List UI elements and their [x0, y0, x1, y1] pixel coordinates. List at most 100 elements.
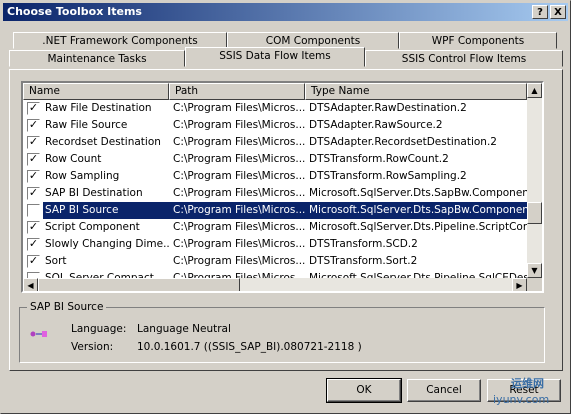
- scroll-right-icon[interactable]: ▶: [512, 278, 527, 291]
- title-bar: Choose Toolbox Items ? X: [3, 3, 568, 21]
- row-type-name: DTSTransform.RowSampling.2: [309, 170, 467, 182]
- row-path: C:\Program Files\Micros...: [173, 170, 305, 182]
- table-row[interactable]: ✓ Slowly Changing Dime... C:\Program Files…: [23, 236, 527, 253]
- row-checkbox-cell: ✓: [23, 253, 43, 270]
- row-checkbox[interactable]: ✓: [27, 187, 40, 200]
- row-checkbox[interactable]: ✓: [27, 204, 40, 217]
- row-type-name: DTSAdapter.RecordsetDestination.2: [309, 136, 497, 148]
- cancel-button[interactable]: Cancel: [407, 379, 481, 402]
- row-type-name: Microsoft.SqlServer.Dts.Pipeline.SqlCEDe…: [309, 272, 527, 278]
- row-checkbox-cell: ✓: [23, 202, 43, 219]
- language-value: Language Neutral: [137, 323, 231, 335]
- row-checkbox-cell: ✓: [23, 100, 43, 117]
- vertical-scrollbar[interactable]: ▲ ▼: [527, 83, 542, 278]
- row-checkbox-cell: ✓: [23, 151, 43, 168]
- row-checkbox[interactable]: ✓: [27, 153, 40, 166]
- table-row[interactable]: ✓ Script Component C:\Program Files\Micros…: [23, 219, 527, 236]
- row-name: Slowly Changing Dime...: [45, 238, 169, 250]
- column-header-name[interactable]: Name: [23, 83, 169, 100]
- row-name: Sort: [45, 255, 67, 267]
- watermark-line2: iyunv.com: [493, 393, 550, 406]
- help-button[interactable]: ?: [532, 5, 548, 19]
- row-checkbox[interactable]: ✓: [27, 102, 40, 115]
- row-checkbox-cell: ✓: [23, 219, 43, 236]
- row-name: Script Component: [45, 221, 140, 233]
- row-path: C:\Program Files\Micros...: [173, 238, 305, 250]
- row-type-name: Microsoft.SqlServer.Dts.Pipeline.ScriptC…: [309, 221, 527, 233]
- column-header-path[interactable]: Path: [169, 83, 305, 100]
- details-groupbox: [19, 307, 545, 363]
- ok-button[interactable]: OK: [326, 378, 402, 403]
- row-type-name: Microsoft.SqlServer.Dts.SapBw.Components…: [309, 187, 527, 199]
- row-checkbox-cell: ✓: [23, 236, 43, 253]
- row-checkbox-cell: ✓: [23, 168, 43, 185]
- row-checkbox[interactable]: ✓: [27, 238, 40, 251]
- table-row[interactable]: ✓ SAP BI Destination C:\Program Files\Micr…: [23, 185, 527, 202]
- row-checkbox-cell: [23, 270, 43, 278]
- column-header-type-name[interactable]: Type Name: [305, 83, 527, 100]
- table-row[interactable]: ✓ Row Count C:\Program Files\Micros... DTST…: [23, 151, 527, 168]
- row-path: C:\Program Files\Micros...: [173, 221, 305, 233]
- tab-wpf-components[interactable]: WPF Components: [399, 32, 557, 49]
- horizontal-scroll-thumb[interactable]: [38, 278, 240, 291]
- row-type-name: DTSAdapter.RawDestination.2: [309, 102, 467, 114]
- row-checkbox-cell: ✓: [23, 134, 43, 151]
- row-checkbox[interactable]: ✓: [27, 170, 40, 183]
- row-path: C:\Program Files\Micros...: [173, 187, 305, 199]
- row-name: Raw File Destination: [45, 102, 152, 114]
- row-type-name: Microsoft.SqlServer.Dts.SapBw.Components…: [305, 202, 527, 219]
- toolbox-items-list[interactable]: Name Path Type Name ✓ Raw File Destinatio…: [21, 81, 544, 293]
- window-title: Choose Toolbox Items: [7, 5, 142, 18]
- scrollbar-corner: [527, 278, 542, 291]
- close-button[interactable]: X: [550, 5, 566, 19]
- list-header: Name Path Type Name: [23, 83, 527, 100]
- row-name: Row Count: [45, 153, 102, 165]
- details-group-title: SAP BI Source: [27, 301, 107, 313]
- row-checkbox[interactable]: ✓: [27, 255, 40, 268]
- table-row[interactable]: ✓ SAP BI Source C:\Program Files\Micros...…: [23, 202, 527, 219]
- dialog-window: Choose Toolbox Items ? X .NET Framework …: [0, 0, 571, 414]
- row-type-name: DTSTransform.RowCount.2: [309, 153, 449, 165]
- row-name: Raw File Source: [45, 119, 128, 131]
- row-path: C:\Program Files\Micros...: [173, 136, 305, 148]
- row-checkbox-cell: ✓: [23, 185, 43, 202]
- row-checkbox-cell: ✓: [23, 117, 43, 134]
- row-path: C:\Program Files\Micros...: [173, 119, 305, 131]
- row-checkbox[interactable]: ✓: [27, 119, 40, 132]
- version-label: Version:: [71, 341, 114, 353]
- language-label: Language:: [71, 323, 127, 335]
- row-name: SQL Server Compact: [45, 272, 154, 278]
- table-row[interactable]: ✓ Sort C:\Program Files\Micros... DTSTransf…: [23, 253, 527, 270]
- component-icon: [29, 325, 49, 342]
- table-row[interactable]: ✓ Recordset Destination C:\Program Files\M…: [23, 134, 527, 151]
- horizontal-scrollbar[interactable]: ◀ ▶: [23, 278, 527, 291]
- row-name: Row Sampling: [45, 170, 120, 182]
- row-path: C:\Program Files\Micros...: [173, 102, 305, 114]
- vertical-scroll-thumb[interactable]: [527, 202, 542, 224]
- table-row[interactable]: ✓ Raw File Source C:\Program Files\Micros.…: [23, 117, 527, 134]
- row-type-name: DTSTransform.Sort.2: [309, 255, 418, 267]
- tab-ssis-control-flow-items[interactable]: SSIS Control Flow Items: [365, 50, 563, 67]
- scroll-left-icon[interactable]: ◀: [23, 278, 38, 291]
- tab-maintenance-tasks[interactable]: Maintenance Tasks: [9, 50, 185, 67]
- table-row[interactable]: SQL Server Compact C:\Program Files\Micro…: [23, 270, 527, 278]
- row-type-name: DTSAdapter.RawSource.2: [309, 119, 443, 131]
- row-name: SAP BI Source: [43, 202, 169, 219]
- version-value: 10.0.1601.7 ((SSIS_SAP_BI).080721-2118 ): [137, 341, 362, 353]
- row-path: C:\Program Files\Micros...: [173, 272, 305, 278]
- row-type-name: DTSTransform.SCD.2: [309, 238, 418, 250]
- row-path: C:\Program Files\Micros...: [173, 255, 305, 267]
- row-path: C:\Program Files\Micros...: [169, 202, 305, 219]
- scroll-down-icon[interactable]: ▼: [527, 263, 542, 278]
- scroll-up-icon[interactable]: ▲: [527, 83, 542, 98]
- table-row[interactable]: ✓ Row Sampling C:\Program Files\Micros... D…: [23, 168, 527, 185]
- watermark-logo: 运维网 iyunv.com: [479, 373, 569, 413]
- row-path: C:\Program Files\Micros...: [173, 153, 305, 165]
- table-row[interactable]: ✓ Raw File Destination C:\Program Files\Mi…: [23, 100, 527, 117]
- row-checkbox[interactable]: ✓: [27, 136, 40, 149]
- row-name: Recordset Destination: [45, 136, 161, 148]
- row-name: SAP BI Destination: [45, 187, 143, 199]
- row-checkbox[interactable]: ✓: [27, 221, 40, 234]
- tab-ssis-data-flow-items[interactable]: SSIS Data Flow Items: [185, 47, 365, 67]
- watermark-line1: 运维网: [511, 377, 544, 390]
